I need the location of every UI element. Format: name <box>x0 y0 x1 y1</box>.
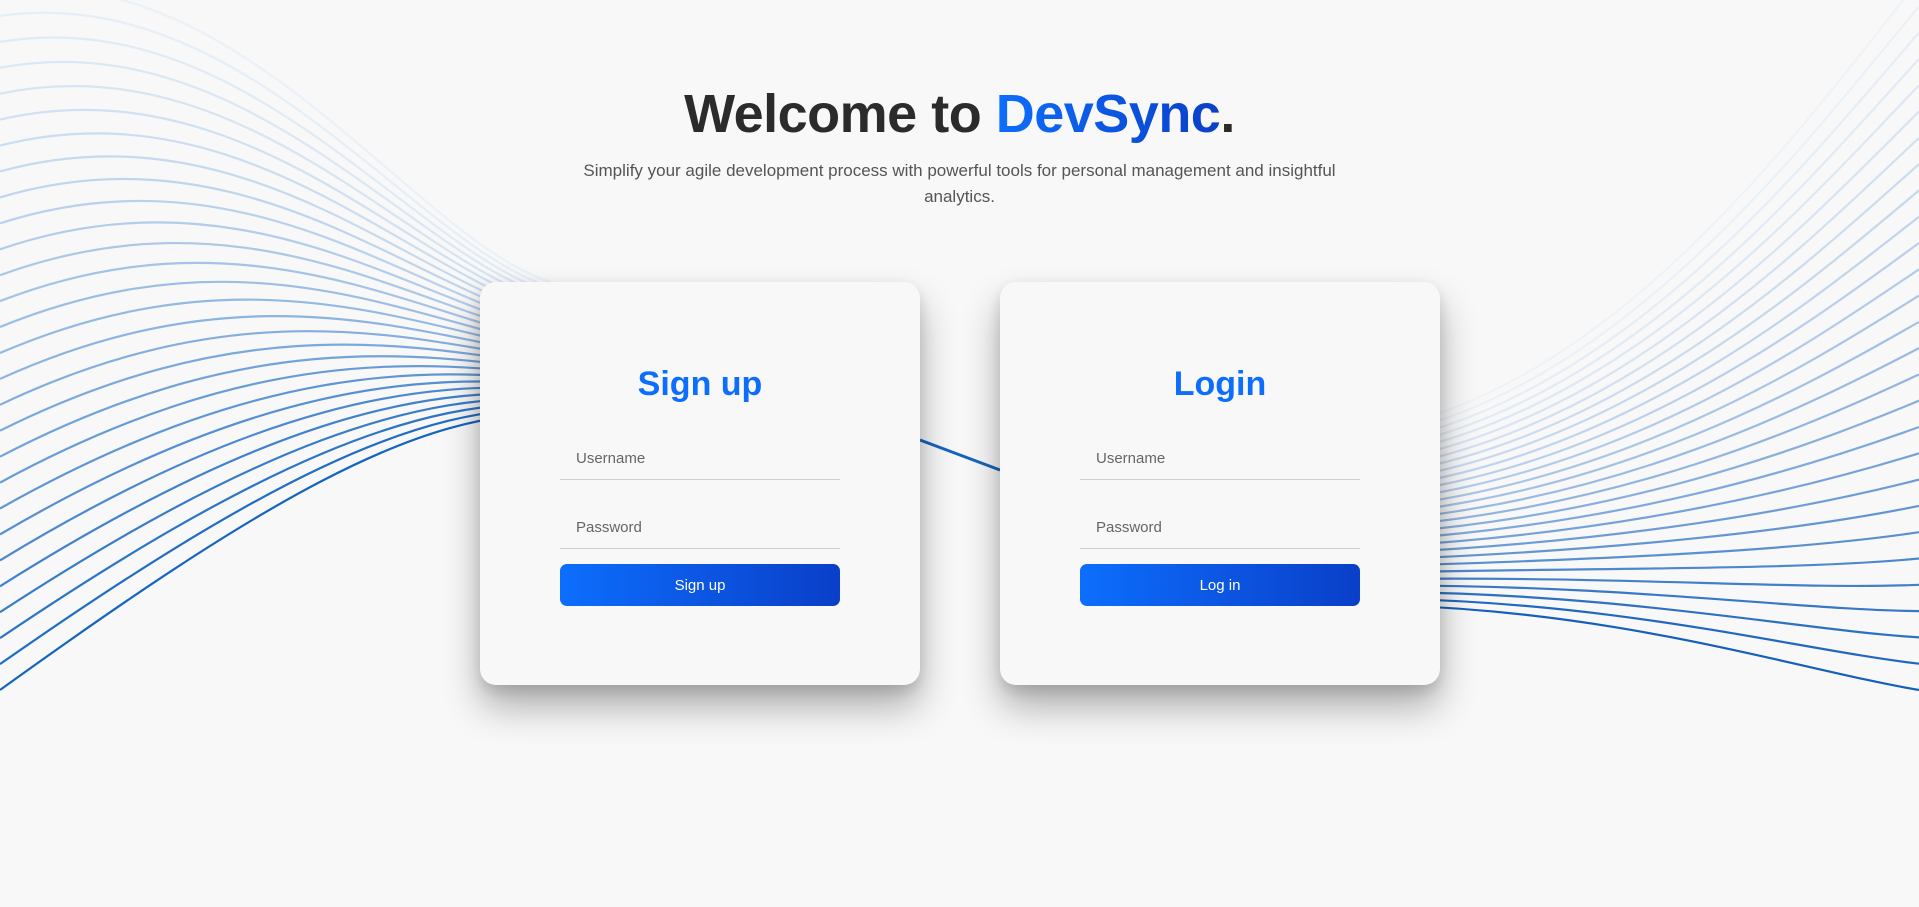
wave-line <box>1379 577 1919 588</box>
signup-password-input[interactable] <box>560 507 840 549</box>
login-username-input[interactable] <box>1080 438 1360 480</box>
signup-button[interactable]: Sign up <box>560 564 840 606</box>
page-subtitle: Simplify your agile development process … <box>583 161 1336 206</box>
wave-line <box>1379 590 1919 639</box>
wave-line <box>1379 5 1919 438</box>
signup-heading: Sign up <box>637 365 763 403</box>
wave-line <box>1379 557 1919 574</box>
signup-card: Sign up Sign up <box>480 282 920 685</box>
wave-line <box>1379 425 1919 542</box>
signup-username-input[interactable] <box>560 438 840 480</box>
connector-line <box>919 438 1001 472</box>
wave-line <box>0 403 561 640</box>
title-prefix: Welcome to <box>684 84 996 144</box>
wave-line <box>1379 603 1919 692</box>
wave-line <box>0 397 561 614</box>
login-button[interactable]: Log in <box>1080 564 1360 606</box>
title-suffix: . <box>1220 84 1235 144</box>
wave-line <box>0 413 561 691</box>
page: Welcome to DevSync. Simplify your agile … <box>0 0 1919 907</box>
login-password-input[interactable] <box>1080 507 1360 549</box>
brand-name: DevSync <box>995 84 1221 144</box>
login-card: Login Log in <box>1000 282 1440 685</box>
page-title: Welcome to DevSync. <box>0 80 1919 148</box>
wave-line <box>1379 320 1919 516</box>
hero-section: Welcome to DevSync. Simplify your agile … <box>0 80 1919 210</box>
login-heading: Login <box>1173 365 1267 403</box>
wave-line <box>0 199 561 330</box>
